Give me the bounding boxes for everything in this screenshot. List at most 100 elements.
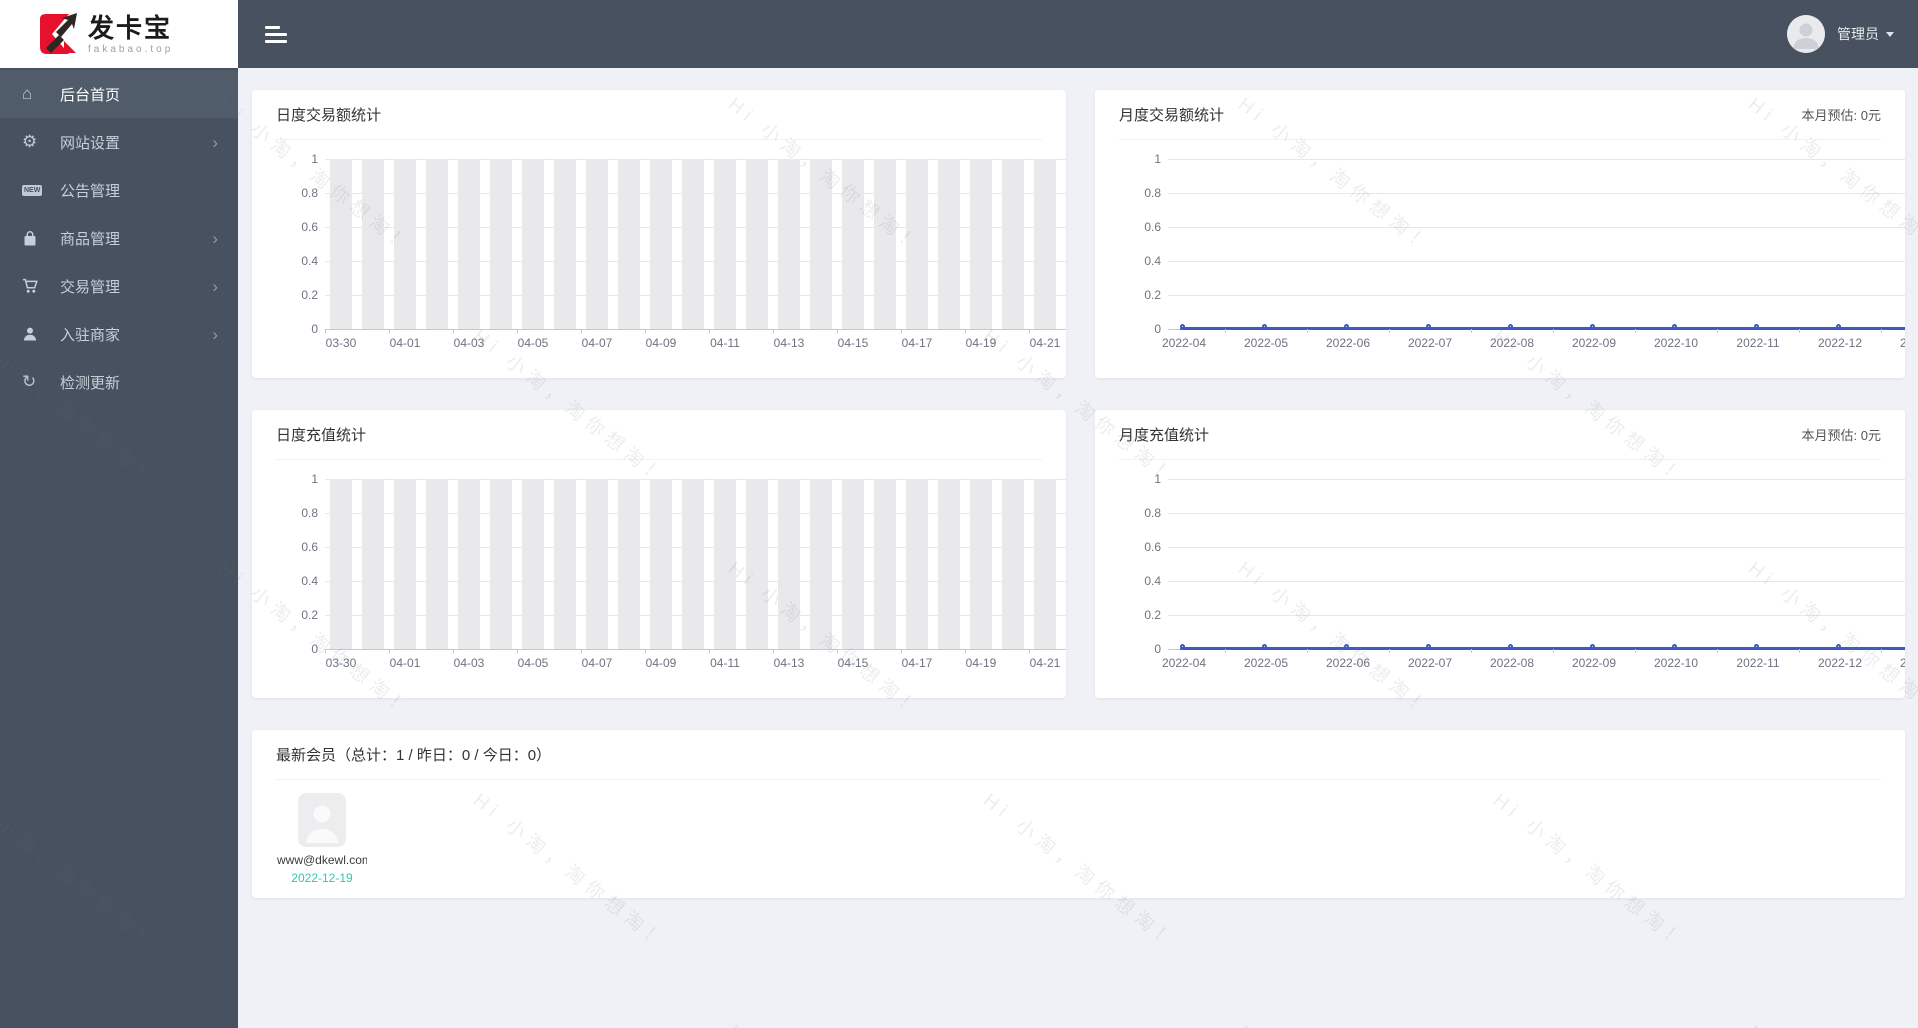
members-title: 最新会员（总计：1 / 昨日：0 / 今日：0） [276,747,552,764]
member-date: 2022-12-19 [291,871,353,885]
axis-tick [709,649,710,653]
update-icon: ↻ [22,372,37,391]
data-point-marker [1343,644,1349,649]
axis-tick [1307,649,1308,653]
sidebar-item-label: 公告管理 [60,182,121,200]
axis-tick [1717,329,1718,333]
bar-background-band [618,479,640,649]
data-point-marker [1507,324,1513,329]
bar-background-band [842,159,864,329]
card-title: 月度充值统计 [1119,427,1210,444]
bar-background-band [522,479,544,649]
axis-tick [453,329,454,333]
chevron-right-icon: › [212,228,218,248]
axis-tick [773,649,774,653]
sidebar-item[interactable]: 入驻商家 › [0,310,238,358]
bar-background-band [810,159,832,329]
y-axis-label: 0.4 [1144,254,1161,268]
bar-background-band [650,479,672,649]
gear-icon: ⚙ [22,132,38,151]
y-axis-label: 0.6 [1144,540,1161,554]
bar-background-band [906,479,928,649]
month-estimate: 本月预估: 0元 [1801,108,1881,123]
y-axis-label: 0.2 [301,608,318,622]
logo-icon [40,13,77,54]
x-axis-label: 2023-01 [1899,656,1905,670]
sidebar-item-label: 商品管理 [60,230,121,248]
bar-background-band [842,479,864,649]
axis-tick [1307,329,1308,333]
bar-background-band [714,159,736,329]
axis-tick [965,649,966,653]
bar-background-band [362,479,384,649]
bar-background-band [1034,479,1056,649]
member-email: www@dkewl.com [277,853,367,867]
sidebar-item[interactable]: 商品管理 › [0,214,238,262]
x-axis-label: 2022-08 [1489,656,1535,670]
axis-tick [581,329,582,333]
bar-background-band [522,159,544,329]
goods-icon [22,230,48,247]
sidebar: 发卡宝 fakabao.top ⌂ 后台首页 ⚙ 网站设置 › NEW 公告管理 商品管理 › 交… [0,0,238,1028]
x-axis-label: 2022-07 [1407,336,1453,350]
bar-background-band [618,159,640,329]
sidebar-item[interactable]: ↻ 检测更新 [0,358,238,406]
axis-tick [1635,329,1636,333]
x-axis-label: 2022-07 [1407,656,1453,670]
bar-background-band [778,479,800,649]
chevron-right-icon: › [212,324,218,344]
sidebar-item[interactable]: 交易管理 › [0,262,238,310]
bar-background-band [458,479,480,649]
bar-background-band [810,479,832,649]
x-axis-label: 2022-06 [1325,336,1371,350]
chevron-right-icon: › [212,276,218,296]
x-axis-label: 2022-04 [1161,656,1207,670]
data-point-marker [1425,324,1431,329]
bar-background-band [1002,479,1024,649]
axis-tick [837,329,838,333]
bar-background-band [874,159,896,329]
axis-tick [773,329,774,333]
y-axis-label: 0.6 [1144,220,1161,234]
sidebar-item-label: 网站设置 [60,134,121,152]
x-axis-label: 04-21 [1029,336,1061,350]
sidebar-item-label: 检测更新 [60,374,121,392]
y-axis-label: 1 [1154,472,1161,486]
bar-background-band [490,159,512,329]
axis-tick [1553,649,1554,653]
hamburger-menu-icon[interactable] [265,25,287,43]
bar-background-band [970,159,992,329]
data-point-marker [1179,644,1185,649]
card-daily-recharge: 日度充值统计 1 0.8 0.6 0.4 0.2 0 03-30 04-01 04-03 04-0… [252,410,1066,698]
data-point-marker [1753,324,1759,329]
sidebar-item[interactable]: ⌂ 后台首页 [0,70,238,118]
axis-tick [1881,649,1882,653]
member-item[interactable]: www@dkewl.com 2022-12-19 [276,793,368,885]
bar-background-band [330,479,352,649]
bar-background-band [490,479,512,649]
announcement-icon: NEW [22,184,43,196]
user-name: 管理员 [1837,26,1879,42]
bar-background-band [746,159,768,329]
user-dropdown[interactable]: 管理员 [1787,15,1894,53]
bar-background-band [778,159,800,329]
x-axis-label: 2022-10 [1653,656,1699,670]
card-latest-members: 最新会员（总计：1 / 昨日：0 / 今日：0） www@dkewl.com 2… [252,730,1905,898]
card-title: 月度交易额统计 [1119,107,1225,124]
bar-background-band [938,479,960,649]
axis-tick [1389,329,1390,333]
bar-background-band [554,159,576,329]
data-point-marker [1753,644,1759,649]
logo-subtitle: fakabao.top [88,43,174,55]
plot-area: 2022-04 2022-05 2022-06 2022-07 2022-08 2022-… [1162,159,1905,350]
y-axis-label: 0 [1154,642,1161,656]
axis-tick [1799,649,1800,653]
sidebar-item[interactable]: ⚙ 网站设置 › [0,118,238,166]
axis-tick [1799,329,1800,333]
data-point-marker [1343,324,1349,329]
sidebar-item-label: 入驻商家 [60,326,121,344]
data-point-marker [1261,324,1267,329]
card-daily-trade: 日度交易额统计 1 0.8 0.6 0.4 0.2 0 03-30 04-01 04-03 04-… [252,90,1066,378]
sidebar-item[interactable]: NEW 公告管理 [0,166,238,214]
y-axis-label: 0.2 [1144,288,1161,302]
